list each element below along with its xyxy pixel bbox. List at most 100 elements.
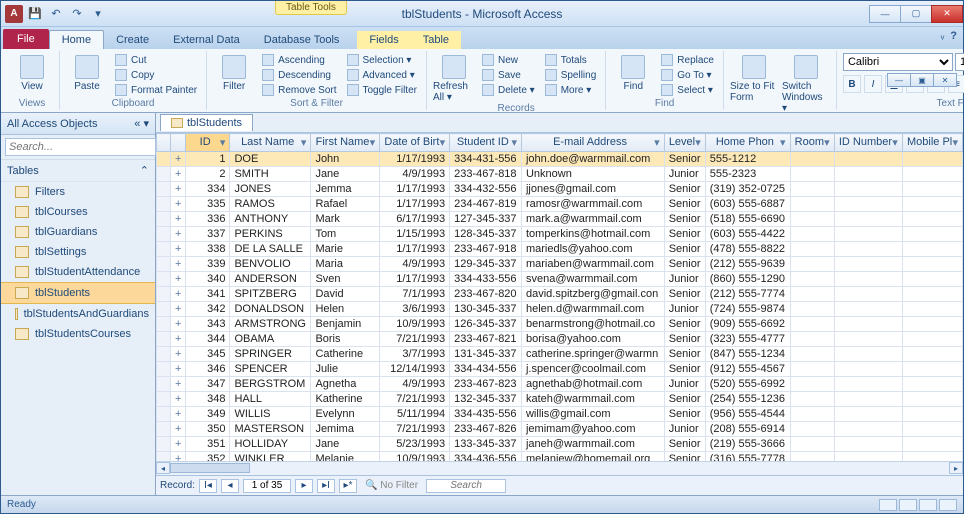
scroll-thumb[interactable] — [170, 463, 250, 473]
child-restore-button[interactable]: ▣ — [910, 73, 934, 87]
expand-row-icon[interactable]: + — [171, 377, 186, 392]
size-to-fit-button[interactable]: Size to Fit Form — [730, 53, 778, 103]
save-record-button[interactable]: Save — [479, 68, 538, 82]
column-dropdown-icon[interactable]: ▾ — [654, 136, 660, 149]
expand-row-icon[interactable]: + — [171, 272, 186, 287]
goto-button[interactable]: Go To ▾ — [658, 68, 717, 82]
expand-row-icon[interactable]: + — [171, 182, 186, 197]
cut-button[interactable]: Cut — [112, 53, 200, 67]
font-size-select[interactable]: 11 — [955, 53, 964, 71]
row-selector[interactable] — [157, 302, 171, 317]
table-row[interactable]: +1DOEJohn1/17/1993334-431-556john.doe@wa… — [157, 152, 963, 167]
table-row[interactable]: +351HOLLIDAYJane5/23/1993133-345-337jane… — [157, 437, 963, 452]
toggle-filter-button[interactable]: Toggle Filter — [344, 83, 420, 97]
table-row[interactable]: +345SPRINGERCatherine3/7/1993131-345-337… — [157, 347, 963, 362]
next-record-button[interactable]: ▸ — [295, 479, 313, 493]
select-all-corner[interactable] — [157, 134, 171, 152]
section-collapse-icon[interactable]: ⌃ — [140, 164, 149, 177]
expand-row-icon[interactable]: + — [171, 362, 186, 377]
nav-item-tblstudentsandguardians[interactable]: tblStudentsAndGuardians — [1, 304, 155, 324]
table-row[interactable]: +340ANDERSONSven1/17/1993334-433-556sven… — [157, 272, 963, 287]
switch-windows-button[interactable]: Switch Windows ▾ — [782, 53, 830, 114]
nav-item-tblstudentattendance[interactable]: tblStudentAttendance — [1, 262, 155, 282]
row-selector[interactable] — [157, 287, 171, 302]
expand-row-icon[interactable]: + — [171, 407, 186, 422]
row-selector[interactable] — [157, 362, 171, 377]
column-dropdown-icon[interactable]: ▾ — [370, 136, 376, 149]
paste-button[interactable]: Paste — [66, 53, 108, 92]
datasheet-tab[interactable]: tblStudents — [160, 114, 253, 131]
column-header[interactable]: E-mail Address ▾ — [521, 134, 664, 152]
column-header[interactable]: Mobile Pl ▾ — [902, 134, 962, 152]
ascending-button[interactable]: Ascending — [259, 53, 339, 67]
expand-row-icon[interactable]: + — [171, 317, 186, 332]
expand-row-icon[interactable]: + — [171, 197, 186, 212]
find-button[interactable]: Find — [612, 53, 654, 92]
table-row[interactable]: +349WILLISEvelynn5/11/1994334-435-556wil… — [157, 407, 963, 422]
new-record-nav-button[interactable]: ▸* — [339, 479, 357, 493]
tab-external-data[interactable]: External Data — [161, 31, 252, 49]
datasheet-view-icon[interactable] — [879, 499, 897, 511]
close-button[interactable]: ✕ — [931, 5, 963, 23]
maximize-button[interactable]: ▢ — [900, 5, 932, 23]
table-row[interactable]: +344OBAMABoris7/21/1993233-467-821borisa… — [157, 332, 963, 347]
scroll-left-button[interactable]: ◂ — [156, 462, 170, 474]
table-row[interactable]: +347BERGSTROMAgnetha4/9/1993233-467-823a… — [157, 377, 963, 392]
tab-home[interactable]: Home — [49, 30, 104, 49]
table-row[interactable]: +2SMITHJane4/9/1993233-467-818UnknownJun… — [157, 167, 963, 182]
totals-button[interactable]: Totals — [542, 53, 600, 67]
qat-dropdown-icon[interactable]: ▾ — [89, 5, 107, 23]
minimize-button[interactable]: — — [869, 5, 901, 23]
row-selector[interactable] — [157, 407, 171, 422]
form-view-icon[interactable] — [939, 499, 957, 511]
table-row[interactable]: +343ARMSTRONGBenjamin10/9/1993126-345-33… — [157, 317, 963, 332]
row-selector[interactable] — [157, 227, 171, 242]
row-selector[interactable] — [157, 167, 171, 182]
column-header[interactable]: Date of Birt ▾ — [380, 134, 450, 152]
row-selector[interactable] — [157, 212, 171, 227]
select-button[interactable]: Select ▾ — [658, 83, 717, 97]
column-header[interactable]: ID Number ▾ — [834, 134, 902, 152]
column-dropdown-icon[interactable]: ▾ — [511, 136, 517, 149]
expand-row-icon[interactable]: + — [171, 302, 186, 317]
column-header[interactable]: Last Name ▾ — [230, 134, 311, 152]
expand-row-icon[interactable]: + — [171, 332, 186, 347]
row-selector[interactable] — [157, 422, 171, 437]
row-selector[interactable] — [157, 152, 171, 167]
column-dropdown-icon[interactable]: ▾ — [780, 136, 786, 149]
design-view-icon[interactable] — [899, 499, 917, 511]
save-icon[interactable]: 💾 — [26, 5, 44, 23]
record-position-input[interactable] — [243, 479, 291, 493]
help-icon[interactable]: ? — [950, 30, 957, 42]
new-record-button[interactable]: New — [479, 53, 538, 67]
table-row[interactable]: +338DE LA SALLEMarie1/17/1993233-467-918… — [157, 242, 963, 257]
layout-view-icon[interactable] — [919, 499, 937, 511]
expand-row-icon[interactable]: + — [171, 152, 186, 167]
table-row[interactable]: +348HALLKatherine7/21/1993132-345-337kat… — [157, 392, 963, 407]
nav-item-tblcourses[interactable]: tblCourses — [1, 202, 155, 222]
expand-row-icon[interactable]: + — [171, 392, 186, 407]
last-record-button[interactable]: ▸I — [317, 479, 335, 493]
italic-button[interactable]: I — [864, 75, 882, 93]
remove-sort-button[interactable]: Remove Sort — [259, 83, 339, 97]
undo-icon[interactable]: ↶ — [47, 5, 65, 23]
row-selector[interactable] — [157, 437, 171, 452]
row-selector[interactable] — [157, 257, 171, 272]
table-row[interactable]: +339BENVOLIOMaria4/9/1993129-345-337mari… — [157, 257, 963, 272]
column-header[interactable]: Level ▾ — [664, 134, 705, 152]
table-row[interactable]: +337PERKINSTom1/15/1993128-345-337tomper… — [157, 227, 963, 242]
row-selector[interactable] — [157, 242, 171, 257]
row-selector[interactable] — [157, 332, 171, 347]
row-selector[interactable] — [157, 317, 171, 332]
descending-button[interactable]: Descending — [259, 68, 339, 82]
column-dropdown-icon[interactable]: ▾ — [824, 136, 830, 149]
table-row[interactable]: +334JONESJemma1/17/1993334-432-556jjones… — [157, 182, 963, 197]
table-row[interactable]: +346SPENCERJulie12/14/1993334-434-556j.s… — [157, 362, 963, 377]
nav-item-filters[interactable]: Filters — [1, 182, 155, 202]
child-close-button[interactable]: ✕ — [933, 73, 957, 87]
column-dropdown-icon[interactable]: ▾ — [695, 136, 701, 149]
expand-row-icon[interactable]: + — [171, 212, 186, 227]
column-dropdown-icon[interactable]: ▾ — [220, 136, 226, 149]
minimize-ribbon-icon[interactable]: ᵥ — [941, 30, 945, 42]
tab-table[interactable]: Table — [411, 31, 461, 49]
